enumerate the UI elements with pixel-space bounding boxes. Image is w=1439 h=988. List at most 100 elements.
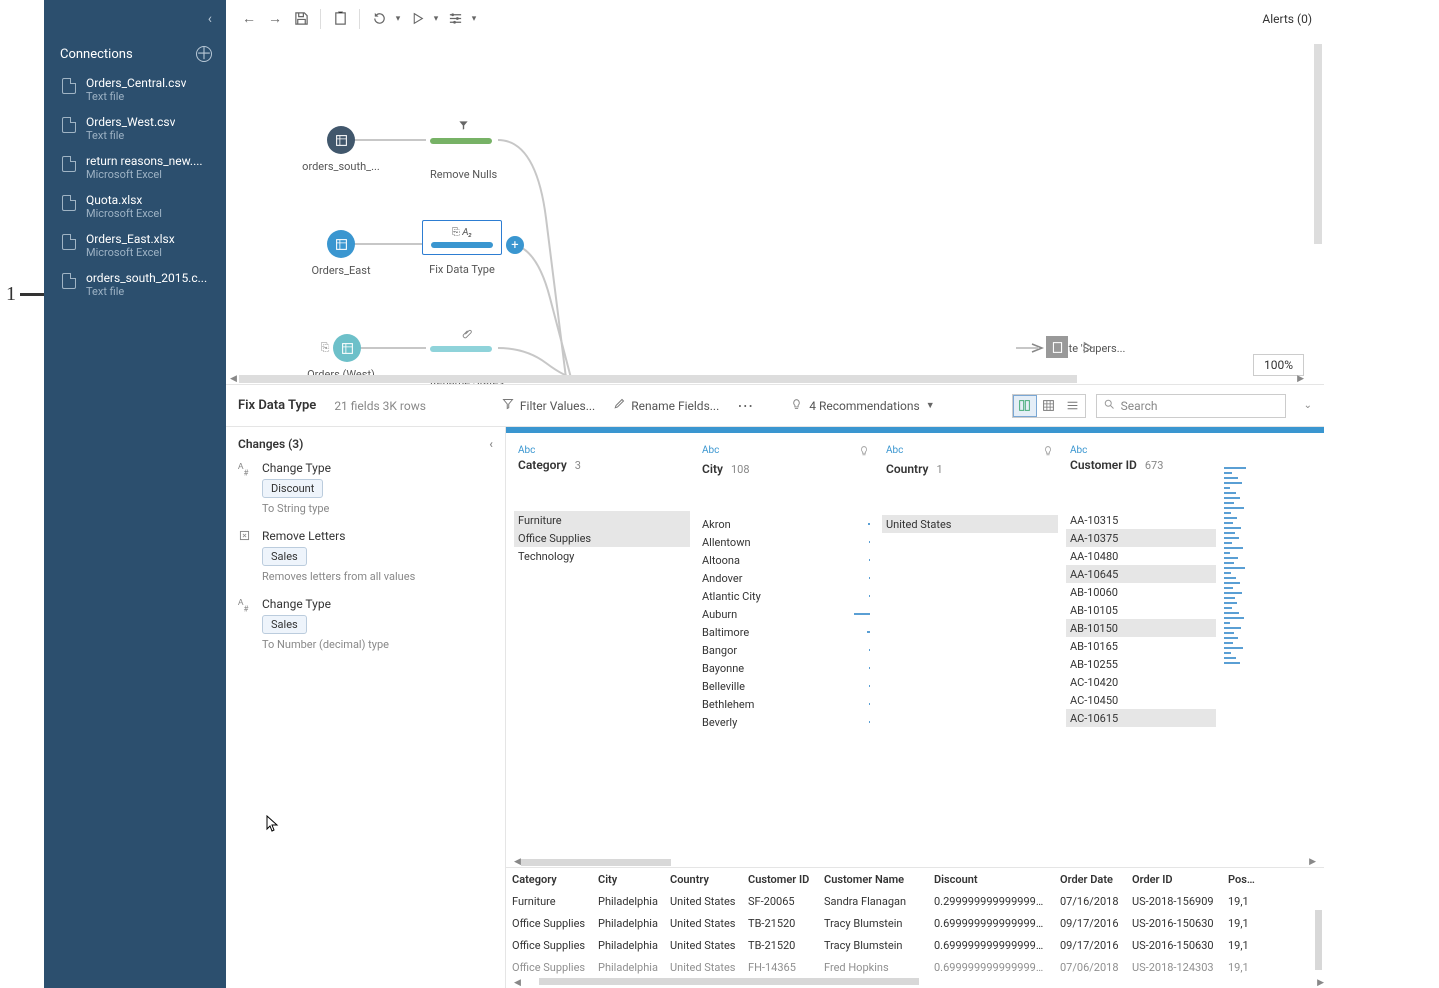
cards-horizontal-scrollbar[interactable]: ◀ ▶ — [506, 857, 1324, 867]
search-icon — [1103, 398, 1115, 413]
more-actions-icon[interactable]: ⋯ — [737, 396, 754, 415]
dropdown-caret-icon[interactable]: ▾ — [432, 8, 440, 30]
change-item[interactable]: ᴬ# Change Type Discount To String type — [238, 461, 493, 515]
add-step-icon[interactable]: + — [506, 236, 524, 254]
arrow-out-icon: ⎘ — [452, 227, 460, 238]
grid-row[interactable]: Office SuppliesPhiladelphiaUnited States… — [506, 956, 1324, 978]
changes-collapse-icon[interactable]: ‹ — [489, 437, 493, 451]
card-values: United States — [882, 515, 1058, 849]
changes-pane: Changes (3) ‹ ᴬ# Change Type Discount To… — [226, 427, 506, 988]
table-icon — [333, 334, 361, 362]
profile-area: Abc Category 3 Furniture Office Supplies… — [506, 427, 1324, 988]
sidebar: ‹ Connections ＋ Orders_Central.csvText f… — [44, 0, 226, 988]
type-icon: A₂ — [462, 227, 472, 238]
grid-vertical-scrollbar[interactable] — [1315, 910, 1322, 970]
forward-icon[interactable]: → — [264, 8, 286, 30]
changes-title: Changes (3) — [238, 437, 303, 451]
grid-horizontal-scrollbar[interactable]: ◀ ▶ — [506, 978, 1324, 988]
grid-body: FurniturePhiladelphiaUnited StatesSF-200… — [506, 890, 1324, 978]
table-icon — [327, 126, 355, 154]
view-mode-toggle — [1012, 394, 1086, 418]
grid-view-icon[interactable] — [1037, 395, 1061, 417]
filter-values-button[interactable]: Filter Values... — [502, 398, 595, 413]
change-item[interactable]: Remove Letters Sales Removes letters fro… — [238, 529, 493, 583]
canvas-horizontal-scrollbar[interactable]: ◀ ▶ — [230, 374, 1304, 384]
arrow-out-icon: ⎘ — [321, 341, 330, 355]
output-file-icon — [1046, 336, 1068, 358]
connection-item[interactable]: Orders_Central.csvText file — [44, 70, 226, 109]
refresh-icon[interactable] — [368, 8, 390, 30]
settings-sliders-icon[interactable] — [444, 8, 466, 30]
profile-card-customer-id[interactable]: Abc Customer ID 673 AA-10315 AA-10375 AA… — [1066, 441, 1216, 849]
connection-item[interactable]: Quota.xlsxMicrosoft Excel — [44, 187, 226, 226]
connection-item[interactable]: orders_south_2015.c...Text file — [44, 265, 226, 304]
run-output-icon[interactable] — [1078, 338, 1096, 356]
file-icon — [62, 78, 76, 94]
app-root: ‹ Connections ＋ Orders_Central.csvText f… — [44, 0, 1324, 988]
profile-header: Fix Data Type 21 fields 3K rows Filter V… — [226, 384, 1324, 426]
cursor-icon — [266, 815, 280, 837]
list-view-icon[interactable] — [1061, 395, 1085, 417]
flow-step-fix-data-type[interactable]: ⎘ A₂ Fix Data Type — [422, 220, 502, 276]
step-title: Fix Data Type — [238, 398, 316, 413]
connections-label: Connections — [60, 47, 133, 62]
callout-1-line — [20, 293, 46, 296]
canvas-vertical-scrollbar[interactable] — [1314, 44, 1322, 244]
remove-letters-icon — [238, 529, 254, 583]
save-icon[interactable] — [290, 8, 312, 30]
lightbulb-icon[interactable] — [1042, 445, 1054, 460]
step-meta: 21 fields 3K rows — [334, 399, 426, 413]
zoom-level[interactable]: 100% — [1253, 354, 1304, 376]
search-input[interactable]: Search — [1096, 394, 1286, 418]
flow-canvas[interactable]: orders_south_... Remove Nulls Orders_Eas… — [226, 38, 1324, 384]
dropdown-caret-icon[interactable]: ▾ — [470, 8, 478, 30]
change-type-icon: ᴬ# — [238, 461, 254, 515]
grid-row[interactable]: Office SuppliesPhiladelphiaUnited States… — [506, 934, 1324, 956]
field-type-label: Abc — [518, 445, 535, 456]
collapse-profile-icon[interactable]: ⌄ — [1304, 400, 1312, 411]
change-type-icon: ᴬ# — [238, 597, 254, 651]
recommendations-button[interactable]: 4 Recommendations ▼ — [790, 398, 934, 414]
profile-card-country[interactable]: Abc Country 1 United States — [882, 441, 1058, 849]
connections-header: Connections ＋ — [44, 38, 226, 70]
filter-icon — [430, 120, 497, 134]
alerts-label[interactable]: Alerts (0) — [1262, 12, 1312, 26]
rename-fields-button[interactable]: Rename Fields... — [613, 398, 719, 413]
flow-input-node[interactable]: Orders_East — [296, 230, 386, 277]
sidebar-collapse-icon[interactable]: ‹ — [208, 11, 212, 27]
file-icon — [62, 156, 76, 172]
profile-view-icon[interactable] — [1013, 395, 1037, 417]
add-connection-icon[interactable]: ＋ — [196, 46, 212, 62]
connection-item[interactable]: return reasons_new....Microsoft Excel — [44, 148, 226, 187]
step-icons: ⎘ A₂ — [431, 227, 493, 238]
file-icon — [62, 234, 76, 250]
card-values: Furniture Office Supplies Technology — [514, 511, 690, 849]
field-type-label: Abc — [886, 445, 903, 456]
step-bar — [430, 346, 492, 352]
flow-connectors — [226, 38, 1324, 384]
dropdown-caret-icon: ▼ — [926, 400, 935, 411]
flow-step-remove-nulls[interactable]: Remove Nulls — [430, 120, 497, 181]
profile-card-category[interactable]: Abc Category 3 Furniture Office Supplies… — [514, 441, 690, 849]
histogram-icon — [1224, 467, 1252, 849]
profile-cards-row: Abc Category 3 Furniture Office Supplies… — [506, 433, 1324, 857]
flow-input-node[interactable]: orders_south_... — [296, 126, 386, 173]
run-icon[interactable] — [406, 8, 428, 30]
change-item[interactable]: ᴬ# Change Type Sales To Number (decimal)… — [238, 597, 493, 651]
card-values: AA-10315 AA-10375 AA-10480 AA-10645 AB-1… — [1066, 511, 1216, 849]
flow-output-node[interactable]: Create 'Supers... — [1046, 336, 1125, 355]
lightbulb-icon — [790, 398, 803, 414]
grid-row[interactable]: FurniturePhiladelphiaUnited StatesSF-200… — [506, 890, 1324, 912]
lightbulb-icon[interactable] — [858, 445, 870, 460]
clipboard-icon[interactable] — [329, 8, 351, 30]
back-icon[interactable]: ← — [238, 8, 260, 30]
separator — [359, 9, 360, 29]
data-grid: Category City Country Customer ID Custom… — [506, 867, 1324, 988]
connection-item[interactable]: Orders_East.xlsxMicrosoft Excel — [44, 226, 226, 265]
grid-row[interactable]: Office SuppliesPhiladelphiaUnited States… — [506, 912, 1324, 934]
connection-item[interactable]: Orders_West.csvText file — [44, 109, 226, 148]
dropdown-caret-icon[interactable]: ▾ — [394, 8, 402, 30]
profile-card-city[interactable]: Abc City 108 Akron Allentown Al — [698, 441, 874, 849]
step-bar — [431, 242, 493, 248]
main-area: ← → ▾ ▾ ▾ Alerts (0) — [226, 0, 1324, 988]
